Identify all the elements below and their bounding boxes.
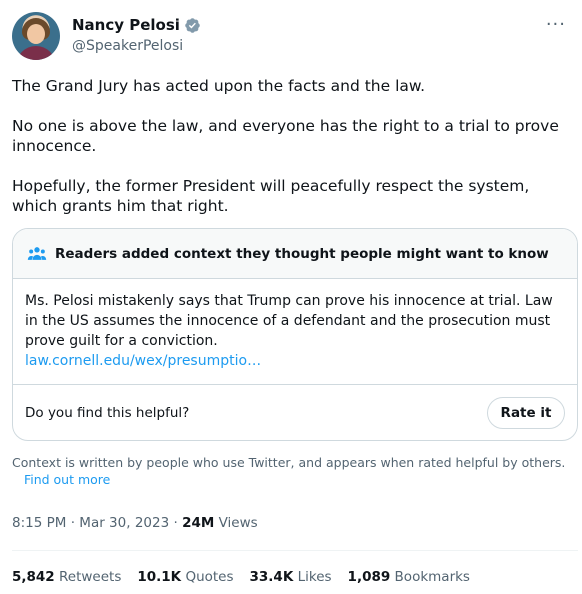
- tweet-meta: 8:15 PM · Mar 30, 2023 · 24M Views: [12, 515, 258, 531]
- tweet-date[interactable]: Mar 30, 2023: [79, 515, 169, 531]
- tweet-paragraph: The Grand Jury has acted upon the facts …: [12, 77, 426, 95]
- divider: [13, 384, 577, 385]
- author-name[interactable]: Nancy Pelosi: [72, 16, 180, 34]
- tweet-text: The Grand Jury has acted upon the facts …: [12, 76, 572, 236]
- helpful-prompt: Do you find this helpful?: [25, 405, 190, 421]
- tweet-time[interactable]: 8:15 PM: [12, 515, 66, 531]
- retweets-stat[interactable]: 5,842 Retweets: [12, 569, 121, 585]
- author-avatar[interactable]: [12, 12, 60, 60]
- retweets-label: Retweets: [59, 569, 122, 585]
- quotes-label: Quotes: [185, 569, 234, 585]
- more-options-icon[interactable]: ···: [546, 14, 566, 35]
- avatar-face: [27, 24, 45, 44]
- engagement-stats: 5,842 Retweets 10.1K Quotes 33.4K Likes …: [12, 569, 470, 585]
- likes-count: 33.4K: [249, 569, 294, 585]
- quotes-stat[interactable]: 10.1K Quotes: [137, 569, 233, 585]
- avatar-body: [16, 46, 56, 60]
- likes-stat[interactable]: 33.4K Likes: [250, 569, 332, 585]
- community-note-header: Readers added context they thought peopl…: [13, 229, 577, 279]
- views-count: 24M: [182, 515, 215, 531]
- community-note-body: Ms. Pelosi mistakenly says that Trump ca…: [13, 279, 577, 371]
- context-disclaimer: Context is written by people who use Twi…: [12, 454, 567, 488]
- bookmarks-stat[interactable]: 1,089 Bookmarks: [348, 569, 470, 585]
- bookmarks-label: Bookmarks: [394, 569, 470, 585]
- meta-separator: ·: [70, 515, 75, 531]
- author-name-row: Nancy Pelosi: [72, 16, 201, 34]
- community-note-source-link[interactable]: law.cornell.edu/wex/presumptio…: [25, 351, 565, 371]
- tweet-header: Nancy Pelosi @SpeakerPelosi ···: [12, 12, 572, 62]
- rate-it-button[interactable]: Rate it: [487, 397, 565, 429]
- author-handle[interactable]: @SpeakerPelosi: [72, 38, 183, 54]
- divider: [12, 550, 578, 551]
- likes-label: Likes: [297, 569, 332, 585]
- community-note-text: Ms. Pelosi mistakenly says that Trump ca…: [25, 293, 553, 349]
- quotes-count: 10.1K: [137, 569, 182, 585]
- community-note: Readers added context they thought peopl…: [12, 228, 578, 441]
- find-out-more-link[interactable]: Find out more: [24, 472, 110, 487]
- people-icon: [27, 244, 47, 264]
- context-disclaimer-text: Context is written by people who use Twi…: [12, 455, 566, 470]
- retweets-count: 5,842: [12, 569, 55, 585]
- meta-separator: ·: [173, 515, 178, 531]
- tweet-paragraph: Hopefully, the former President will pea…: [12, 177, 530, 215]
- verified-badge-icon[interactable]: [184, 17, 201, 34]
- bookmarks-count: 1,089: [347, 569, 391, 585]
- community-note-title: Readers added context they thought peopl…: [55, 245, 549, 262]
- views-label: Views: [218, 515, 258, 531]
- tweet-paragraph: No one is above the law, and everyone ha…: [12, 117, 559, 155]
